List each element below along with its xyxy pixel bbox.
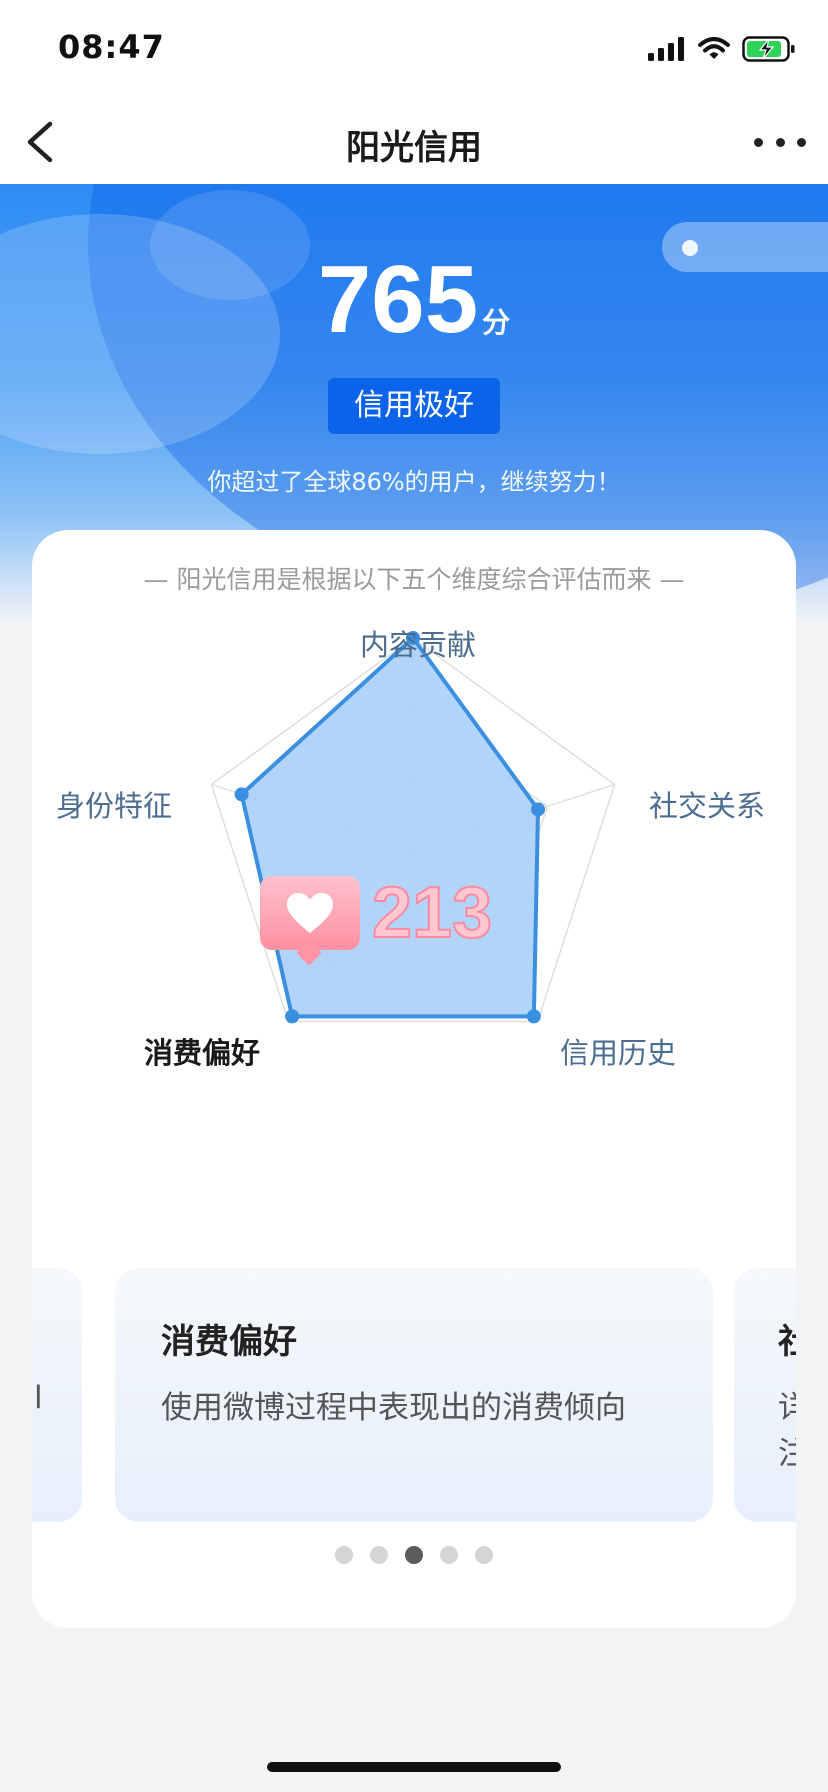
ranking-description: 你超过了全球86%的用户，继续努力！ [207,468,621,496]
carousel-slide-prev[interactable]: l [32,1268,82,1522]
like-badge: 213 [260,872,493,954]
page-title: 阳光信用 [346,128,482,168]
dimension-label-social[interactable]: 社交关系 [649,783,765,825]
heart-icon [287,893,333,933]
radar-point-1 [531,802,546,817]
like-count: 213 [371,872,493,954]
pagination-dot[interactable] [335,1546,353,1564]
radar-point-3 [285,1009,300,1024]
home-indicator[interactable] [267,1762,561,1772]
battery-charging-icon [742,36,795,62]
slide-title: 消费偏好 [161,1322,297,1362]
slide-next-title: 社 [778,1322,796,1362]
radar-point-2 [526,1009,541,1024]
carousel-slide-current[interactable]: 消费偏好 使用微博过程中表现出的消费倾向 [115,1268,713,1522]
dimension-label-content[interactable]: 内容贡献 [360,622,476,664]
signal-icon [648,37,684,61]
credit-score: 765 [317,246,479,353]
more-dots-icon[interactable] [754,124,806,160]
pagination-dot[interactable] [405,1546,423,1564]
heart-badge [260,876,360,950]
credit-level-badge: 信用极好 [328,378,500,434]
status-bar: 08:47 [0,0,828,100]
dimensions-card: — 阳光信用是根据以下五个维度综合评估而来 — 内容贡献 社交关系 信用历史 消… [32,530,796,1628]
dimension-label-identity[interactable]: 身份特征 [56,783,172,825]
slide-next-desc-2: 注 [778,1436,796,1472]
carousel-slide-next[interactable]: 社 详 注 [734,1268,796,1522]
score-unit: 分 [482,306,511,339]
slide-description: 使用微博过程中表现出的消费倾向 [161,1390,626,1426]
dimension-label-history[interactable]: 信用历史 [560,1030,676,1072]
radar-point-4 [234,787,249,802]
slide-next-desc-1: 详 [778,1390,796,1426]
score-display: 765 分 [0,252,828,348]
status-icons [648,36,796,62]
pagination-dot[interactable] [370,1546,388,1564]
status-time: 08:47 [58,28,165,66]
wifi-icon [698,37,730,59]
slide-prev-text: l [34,1380,43,1416]
carousel-pagination [32,1546,796,1564]
radar-value-area [239,636,541,1019]
pagination-dot[interactable] [475,1546,493,1564]
dimension-label-consumption[interactable]: 消费偏好 [144,1030,260,1072]
nav-bar: 阳光信用 [0,100,828,184]
pagination-dot[interactable] [440,1546,458,1564]
